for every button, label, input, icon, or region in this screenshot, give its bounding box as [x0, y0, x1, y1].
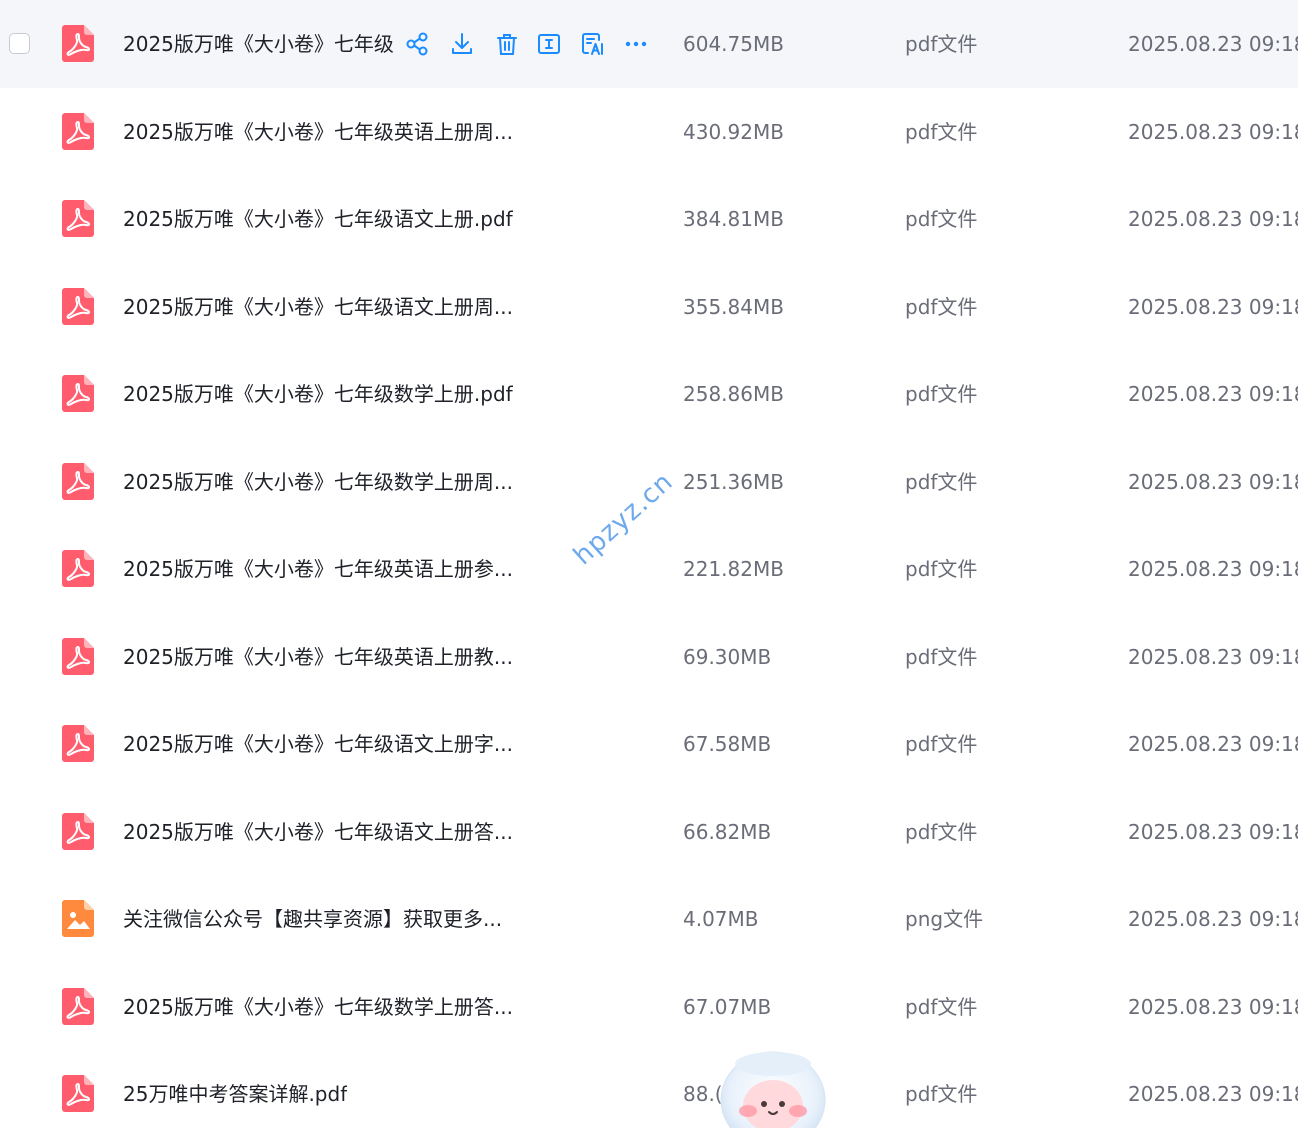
- rename-icon[interactable]: [536, 31, 562, 57]
- file-size: 4.07MB: [683, 907, 759, 931]
- file-row[interactable]: 2025版万唯《大小卷》七年级数学上册.pdf 258.86MB pdf文件 2025…: [0, 350, 1298, 438]
- file-name[interactable]: 2025版万唯《大小卷》七年级数学上册答...: [123, 993, 513, 1021]
- modified-date: 2025.08.23 09:18: [1128, 644, 1298, 669]
- file-name[interactable]: 2025版万唯《大小卷》七年级英语上册教...: [123, 643, 513, 671]
- file-name[interactable]: 2025版万唯《大小卷》七年级语文上册字...: [123, 730, 513, 758]
- file-name[interactable]: 关注微信公众号【趣共享资源】获取更多...: [123, 905, 502, 933]
- file-size: 67.58MB: [683, 732, 772, 756]
- file-type: pdf文件: [905, 207, 978, 231]
- file-row[interactable]: 2025版万唯《大小卷》七年级数学上册答... 67.07MB pdf文件 2025.…: [0, 963, 1298, 1051]
- file-row[interactable]: 2025版万唯《大小卷》七年级语文上册.pdf 384.81MB pdf文件 2025…: [0, 175, 1298, 263]
- file-name[interactable]: 2025版万唯《大小卷》七年级英语上册参...: [123, 555, 513, 583]
- modified-date: 2025.08.23 09:18: [1128, 907, 1298, 931]
- modified-date: 2025.08.23 09:18: [1128, 207, 1298, 231]
- pdf-icon: [62, 25, 94, 62]
- file-row[interactable]: 2025版万唯《大小卷》七年级语文上册周... 355.84MB pdf文件 2025…: [0, 263, 1298, 351]
- pdf-icon: [62, 987, 94, 1025]
- file-row[interactable]: 2025版万唯《大小卷》七年级英语上册教... 69.30MB pdf文件 2025.…: [0, 613, 1298, 701]
- file-row[interactable]: 2025版万唯《大小卷》七年级语文上册答... 66.82MB pdf文件 2025.…: [0, 788, 1298, 876]
- more-icon[interactable]: [623, 31, 649, 57]
- file-name[interactable]: 2025版万唯《大小卷》七年级英语上册周...: [123, 118, 513, 146]
- file-type: pdf文件: [905, 819, 978, 844]
- file-name[interactable]: 2025版万唯《大小卷》七年级: [123, 30, 394, 58]
- modified-date: 2025.08.23 09:18: [1128, 119, 1298, 144]
- modified-date: 2025.08.23 09:18: [1128, 732, 1298, 756]
- ai-scan-icon[interactable]: [580, 31, 606, 57]
- file-name[interactable]: 2025版万唯《大小卷》七年级语文上册答...: [123, 818, 513, 846]
- file-type: pdf文件: [905, 382, 978, 406]
- image-icon: [62, 900, 94, 937]
- modified-date: 2025.08.23 09:18: [1128, 819, 1298, 844]
- file-row[interactable]: 25万唯中考答案详解.pdf 88.(pdf文件 2025.08.23 09:18: [0, 1050, 1298, 1138]
- file-name[interactable]: 2025版万唯《大小卷》七年级数学上册.pdf: [123, 380, 513, 408]
- file-row[interactable]: 关注微信公众号【趣共享资源】获取更多... 4.07MB png文件 2025.08.…: [0, 875, 1298, 963]
- file-name[interactable]: 2025版万唯《大小卷》七年级语文上册.pdf: [123, 205, 513, 233]
- file-type: pdf文件: [905, 1082, 978, 1106]
- modified-date: 2025.08.23 09:18: [1128, 557, 1298, 581]
- modified-date: 2025.08.23 09:18: [1128, 1082, 1298, 1106]
- assistant-mascot-icon[interactable]: [714, 1048, 832, 1138]
- file-type: pdf文件: [905, 32, 978, 56]
- modified-date: 2025.08.23 09:18: [1128, 294, 1298, 319]
- file-size: 67.07MB: [683, 994, 772, 1019]
- file-name[interactable]: 2025版万唯《大小卷》七年级语文上册周...: [123, 293, 513, 321]
- file-size: 258.86MB: [683, 382, 784, 406]
- pdf-icon: [62, 375, 94, 412]
- file-type: pdf文件: [905, 557, 978, 581]
- modified-date: 2025.08.23 09:18: [1128, 32, 1298, 56]
- file-name[interactable]: 2025版万唯《大小卷》七年级数学上册周...: [123, 468, 513, 496]
- pdf-icon: [62, 725, 94, 762]
- pdf-icon: [62, 200, 94, 237]
- file-type: pdf文件: [905, 644, 978, 669]
- file-type: pdf文件: [905, 994, 978, 1019]
- pdf-icon: [62, 1075, 94, 1112]
- file-size: 355.84MB: [683, 294, 784, 319]
- file-type: pdf文件: [905, 119, 978, 144]
- file-size: 69.30MB: [683, 644, 772, 669]
- file-size: 604.75MB: [683, 32, 784, 56]
- file-type: pdf文件: [905, 294, 978, 319]
- download-icon[interactable]: [449, 31, 475, 57]
- modified-date: 2025.08.23 09:18: [1128, 994, 1298, 1019]
- modified-date: 2025.08.23 09:18: [1128, 382, 1298, 406]
- row-actions: [398, 28, 656, 60]
- pdf-icon: [62, 462, 94, 500]
- file-size: 384.81MB: [683, 207, 784, 231]
- pdf-icon: [62, 637, 94, 675]
- pdf-icon: [62, 112, 94, 150]
- file-size: 66.82MB: [683, 819, 772, 844]
- file-row[interactable]: 2025版万唯《大小卷》七年级语文上册字... 67.58MB pdf文件 2025.…: [0, 700, 1298, 788]
- file-row[interactable]: 2025版万唯《大小卷》七年级 604.75MB pdf文件 2025.08.23 …: [0, 0, 1298, 88]
- file-list: 2025版万唯《大小卷》七年级 604.75MB pdf文件 2025.08.23 …: [0, 0, 1298, 1123]
- modified-date: 2025.08.23 09:18: [1128, 469, 1298, 494]
- file-name[interactable]: 25万唯中考答案详解.pdf: [123, 1080, 347, 1108]
- pdf-icon: [62, 550, 94, 587]
- row-checkbox[interactable]: [9, 33, 30, 54]
- file-row[interactable]: 2025版万唯《大小卷》七年级英语上册周... 430.92MB pdf文件 2025…: [0, 88, 1298, 176]
- file-type: pdf文件: [905, 732, 978, 756]
- file-type: png文件: [905, 907, 984, 931]
- pdf-icon: [62, 812, 94, 850]
- file-type: pdf文件: [905, 469, 978, 494]
- delete-icon[interactable]: [494, 31, 520, 57]
- pdf-icon: [62, 287, 94, 325]
- file-row[interactable]: 2025版万唯《大小卷》七年级英语上册参... 221.82MB pdf文件 2025…: [0, 525, 1298, 613]
- file-size: 251.36MB: [683, 469, 784, 494]
- file-size: 430.92MB: [683, 119, 784, 144]
- share-icon[interactable]: [404, 31, 430, 57]
- file-size: 221.82MB: [683, 557, 784, 581]
